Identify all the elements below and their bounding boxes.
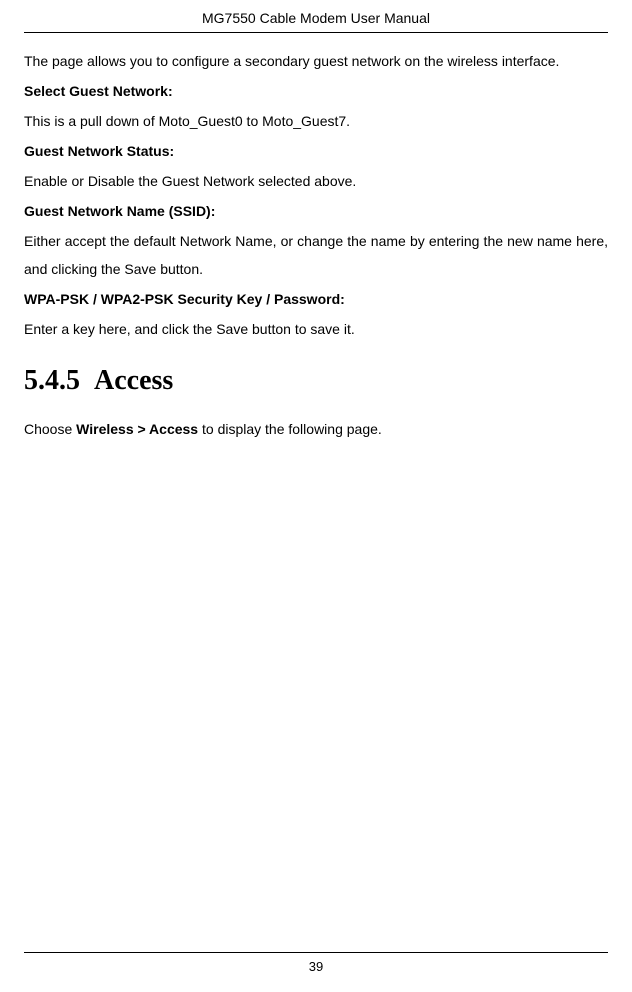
item-label-3: WPA-PSK / WPA2-PSK Security Key / Passwo… xyxy=(24,285,608,313)
header-title: MG7550 Cable Modem User Manual xyxy=(202,10,430,26)
instruction-suffix: to display the following page. xyxy=(198,421,382,437)
page-footer: 39 xyxy=(24,952,608,974)
item-desc-3: Enter a key here, and click the Save but… xyxy=(24,315,608,343)
item-desc-2: Either accept the default Network Name, … xyxy=(24,227,608,283)
intro-paragraph: The page allows you to configure a secon… xyxy=(24,47,608,75)
section-title: Access xyxy=(94,365,173,396)
page-content: The page allows you to configure a secon… xyxy=(24,47,608,443)
item-label-2: Guest Network Name (SSID): xyxy=(24,197,608,225)
instruction-prefix: Choose xyxy=(24,421,76,437)
page-header: MG7550 Cable Modem User Manual xyxy=(24,0,608,33)
item-label-1: Guest Network Status: xyxy=(24,137,608,165)
section-instruction: Choose Wireless > Access to display the … xyxy=(24,415,608,443)
section-number: 5.4.5 xyxy=(24,365,80,396)
instruction-bold: Wireless > Access xyxy=(76,421,198,437)
page-number: 39 xyxy=(309,959,323,974)
item-label-0: Select Guest Network: xyxy=(24,77,608,105)
section-heading: 5.4.5 Access xyxy=(24,365,608,397)
item-desc-0: This is a pull down of Moto_Guest0 to Mo… xyxy=(24,107,608,135)
item-desc-1: Enable or Disable the Guest Network sele… xyxy=(24,167,608,195)
